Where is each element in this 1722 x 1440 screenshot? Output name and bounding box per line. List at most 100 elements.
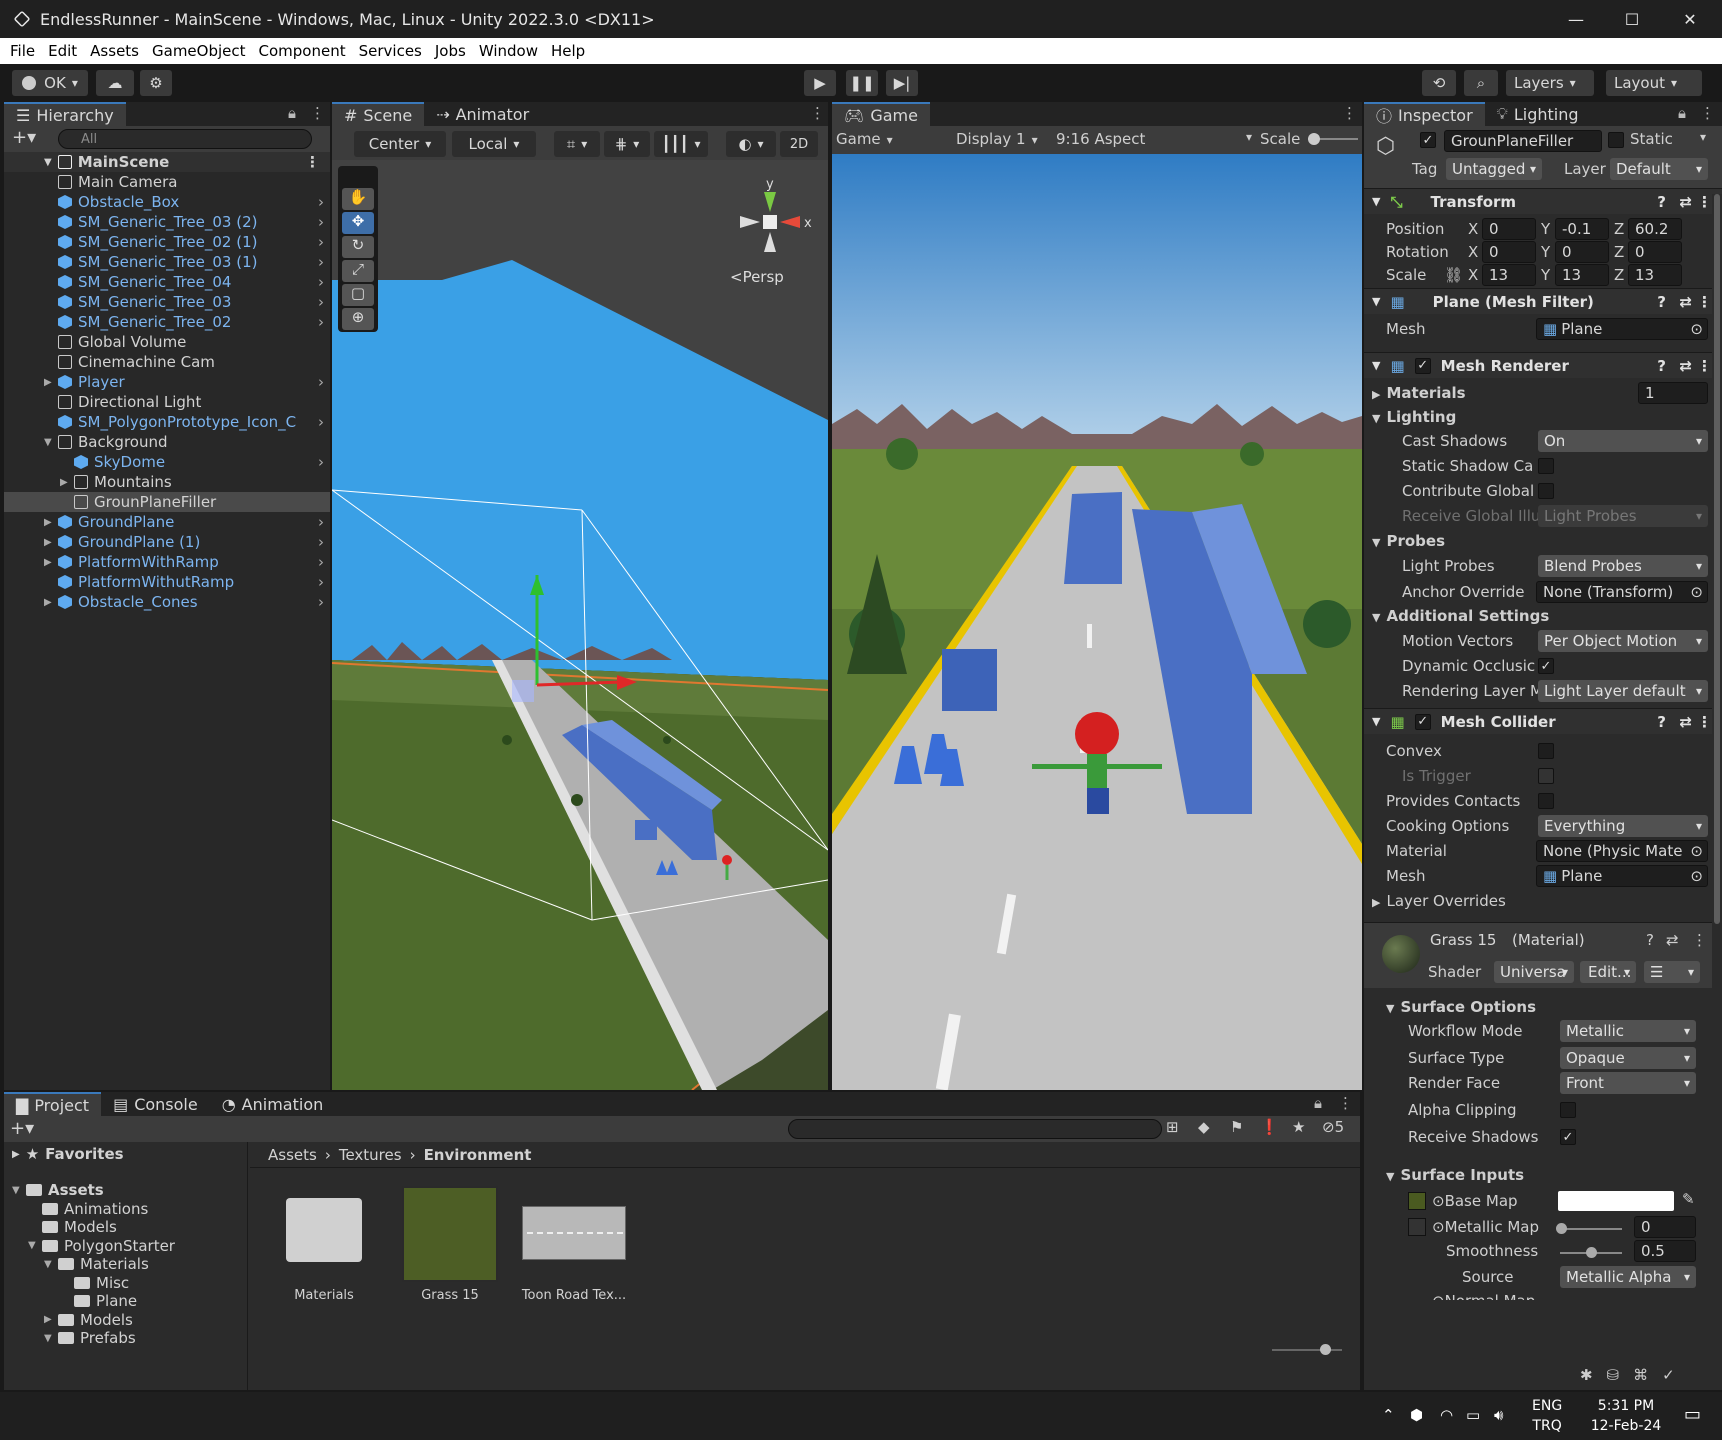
- network-icon[interactable]: ⌘: [1633, 1366, 1662, 1384]
- collider-mesh-field[interactable]: ▦ Plane ⊙: [1536, 865, 1708, 887]
- axis-x-label[interactable]: X: [1468, 243, 1478, 261]
- aspect-dropdown[interactable]: 9:16 Aspect ▾: [1056, 130, 1252, 148]
- grid-toggle-icon[interactable]: ⋕: [604, 131, 650, 157]
- hierarchy-item[interactable]: Main Camera: [4, 172, 330, 192]
- project-tree-item[interactable]: ▼ Assets: [4, 1180, 247, 1200]
- scale-x-field[interactable]: 13: [1482, 264, 1536, 286]
- scene-gizmo[interactable]: y x: [720, 172, 820, 282]
- menu-services[interactable]: Services: [354, 42, 430, 60]
- hand-tool-icon[interactable]: ✋: [342, 188, 374, 210]
- scale-y-field[interactable]: 13: [1555, 264, 1609, 286]
- chevron-up-icon[interactable]: ⌃: [1382, 1406, 1395, 1424]
- hierarchy-item[interactable]: SM_Generic_Tree_04 ›: [4, 272, 330, 292]
- open-prefab-chevron-icon[interactable]: ›: [318, 213, 324, 231]
- display-dropdown[interactable]: Display 1: [956, 130, 1038, 148]
- scale-slider[interactable]: [1308, 133, 1358, 145]
- metallic-slider[interactable]: [1556, 1223, 1622, 1234]
- tab-project[interactable]: ▇ Project: [4, 1092, 102, 1116]
- kebab-menu-icon[interactable]: ⋮: [310, 104, 325, 122]
- battery-icon[interactable]: ▭: [1466, 1406, 1480, 1424]
- transform-header[interactable]: ▼ ⤡ Transform ? ⇄ ⋮: [1364, 188, 1722, 214]
- open-prefab-chevron-icon[interactable]: ›: [318, 273, 324, 291]
- position-z-field[interactable]: 60.2: [1628, 218, 1682, 240]
- tag-icon[interactable]: ⚑: [1230, 1118, 1243, 1136]
- contribute-gi-checkbox[interactable]: [1538, 483, 1554, 499]
- surface-type-dropdown[interactable]: Opaque: [1560, 1047, 1696, 1069]
- metallic-value-field[interactable]: 0: [1634, 1216, 1696, 1238]
- mesh-field[interactable]: ▦ Plane ⊙: [1536, 318, 1708, 340]
- mesh-renderer-enabled-checkbox[interactable]: ✓: [1414, 357, 1431, 374]
- rendering-layer-dropdown[interactable]: Light Layer default: [1538, 680, 1708, 702]
- additional-settings-foldout[interactable]: ▼ Additional Settings: [1372, 607, 1549, 625]
- play-icon[interactable]: ▶: [804, 70, 836, 96]
- menu-jobs[interactable]: Jobs: [430, 42, 474, 60]
- metallic-slider-handle[interactable]: [1556, 1223, 1567, 1234]
- axis-x-label[interactable]: X: [1468, 266, 1478, 284]
- lighting-foldout[interactable]: ▼ Lighting: [1372, 408, 1456, 426]
- inspector-kebab-icon[interactable]: ⋮: [1700, 104, 1715, 122]
- static-chevron-icon[interactable]: ▾: [1700, 130, 1706, 144]
- open-prefab-chevron-icon[interactable]: ›: [318, 293, 324, 311]
- smoothness-value-field[interactable]: 0.5: [1634, 1240, 1696, 1262]
- smoothness-slider-handle[interactable]: [1586, 1247, 1597, 1258]
- tab-inspector[interactable]: ⓘ Inspector: [1364, 102, 1485, 126]
- asset-item[interactable]: Grass 15: [400, 1184, 500, 1314]
- project-tree-item[interactable]: Plane: [4, 1291, 247, 1311]
- game-render[interactable]: [832, 154, 1362, 1090]
- help-icon[interactable]: ?: [1657, 193, 1666, 211]
- normal-map-label[interactable]: ⊙Normal Map: [1432, 1292, 1535, 1300]
- foldout-arrow-icon[interactable]: ▶: [44, 557, 58, 568]
- help-icon[interactable]: ?: [1646, 931, 1654, 949]
- move-tool-icon[interactable]: ✥: [342, 212, 374, 234]
- notification-icon[interactable]: ▭: [1684, 1404, 1701, 1425]
- unity-tray-icon[interactable]: ⬢: [1410, 1406, 1423, 1424]
- foldout-arrow-icon[interactable]: ▶: [44, 1314, 58, 1325]
- minimize-button[interactable]: —: [1548, 0, 1604, 38]
- static-shadow-checkbox[interactable]: [1538, 458, 1554, 474]
- foldout-arrow-icon[interactable]: ▼: [44, 437, 58, 448]
- open-prefab-chevron-icon[interactable]: ›: [318, 533, 324, 551]
- layer-overrides-foldout[interactable]: ▶ Layer Overrides: [1372, 892, 1506, 910]
- asset-item[interactable]: Materials: [274, 1184, 374, 1314]
- scale-z-field[interactable]: 13: [1628, 264, 1682, 286]
- snap-grid-icon[interactable]: ⌗: [554, 131, 600, 157]
- component-menu-icon[interactable]: ⋮: [1697, 193, 1712, 211]
- open-prefab-chevron-icon[interactable]: ›: [318, 513, 324, 531]
- convex-checkbox[interactable]: [1538, 743, 1554, 759]
- surface-options-foldout[interactable]: ▼ Surface Options: [1386, 998, 1536, 1016]
- project-tree-item[interactable]: ▶ Models: [4, 1310, 247, 1330]
- debug-icon[interactable]: ✱: [1580, 1366, 1607, 1384]
- star-icon[interactable]: ★: [1292, 1118, 1305, 1136]
- inspector-scrollbar[interactable]: [1712, 194, 1722, 1298]
- project-tree-item[interactable]: Animations: [4, 1199, 247, 1219]
- clock[interactable]: 5:31 PM 12-Feb-24: [1580, 1396, 1672, 1436]
- hierarchy-item[interactable]: ▶ Mountains: [4, 472, 330, 492]
- preset-icon[interactable]: ⇄: [1666, 931, 1679, 949]
- rotation-z-field[interactable]: 0: [1628, 241, 1682, 263]
- menu-component[interactable]: Component: [254, 42, 354, 60]
- icon-size-slider[interactable]: [1272, 1344, 1342, 1355]
- collider-material-field[interactable]: None (Physic Mate ⊙: [1536, 840, 1708, 862]
- space-dropdown[interactable]: Local: [452, 131, 536, 157]
- hierarchy-item[interactable]: ▶ Player ›: [4, 372, 330, 392]
- help-icon[interactable]: ?: [1657, 357, 1666, 375]
- layer-dropdown[interactable]: Default: [1610, 158, 1708, 180]
- tab-console[interactable]: ▤ Console: [101, 1092, 210, 1116]
- hierarchy-item[interactable]: SM_Generic_Tree_03 (2) ›: [4, 212, 330, 232]
- scene-kebab-icon[interactable]: ⋮: [810, 104, 825, 122]
- hierarchy-item[interactable]: SM_Generic_Tree_03 ›: [4, 292, 330, 312]
- open-prefab-chevron-icon[interactable]: ›: [318, 193, 324, 211]
- open-prefab-chevron-icon[interactable]: ›: [318, 593, 324, 611]
- tab-animation[interactable]: ◔ Animation: [210, 1092, 336, 1116]
- hierarchy-item[interactable]: PlatformWithutRamp ›: [4, 572, 330, 592]
- open-prefab-chevron-icon[interactable]: ›: [318, 313, 324, 331]
- search-icon[interactable]: ⌕: [1464, 70, 1498, 96]
- help-icon[interactable]: ?: [1657, 713, 1666, 731]
- open-prefab-chevron-icon[interactable]: ›: [318, 253, 324, 271]
- layout-dropdown[interactable]: Layout: [1606, 70, 1702, 96]
- hierarchy-item[interactable]: Cinemachine Cam: [4, 352, 330, 372]
- tab-animator[interactable]: ⇢ Animator: [424, 102, 541, 126]
- materials-count-field[interactable]: 1: [1638, 382, 1708, 404]
- mesh-renderer-header[interactable]: ▼ ▦ ✓ Mesh Renderer ? ⇄ ⋮: [1364, 352, 1722, 378]
- pivot-dropdown[interactable]: Center: [354, 131, 446, 157]
